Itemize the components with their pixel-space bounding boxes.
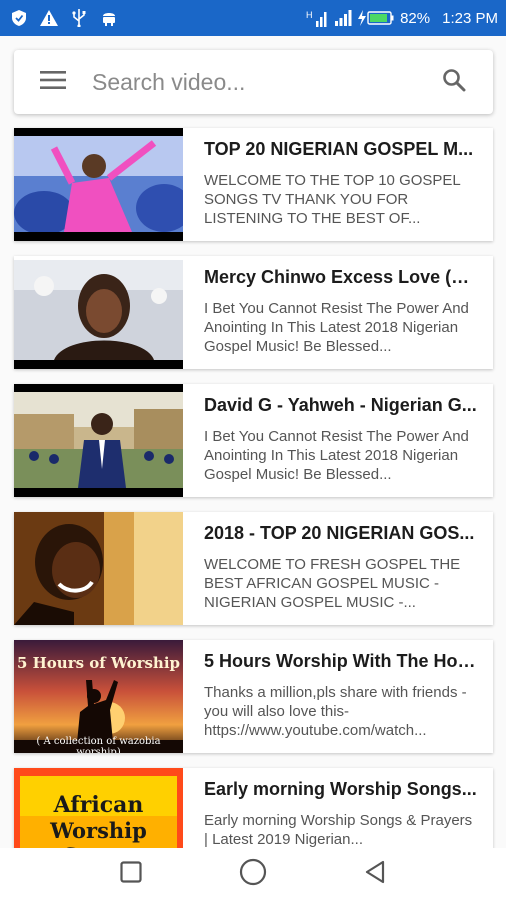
video-thumbnail: [14, 128, 183, 241]
mobile-data-icon: H: [306, 9, 328, 27]
video-description: I Bet You Cannot Resist The Power And An…: [204, 428, 469, 483]
battery-percent: 82%: [400, 9, 431, 27]
clock: 1:23 PM: [442, 9, 498, 27]
video-list-item[interactable]: Mercy Chinwo Excess Love (X... I Bet You…: [14, 256, 493, 369]
hamburger-menu-icon: [40, 70, 66, 94]
thumbnail-title-text: African: [53, 792, 144, 818]
recent-apps-button[interactable]: [111, 854, 151, 894]
video-description: WELCOME TO FRESH GOSPEL THE BEST AFRICAN…: [204, 556, 461, 611]
video-meta: TOP 20 NIGERIAN GOSPEL M... WELCOME TO T…: [183, 128, 493, 241]
video-description: WELCOME TO THE TOP 10 GOSPEL SONGS TV TH…: [204, 172, 461, 227]
video-thumbnail: 5 Hours of Worship ( A collection of waz…: [14, 640, 183, 753]
video-title: TOP 20 NIGERIAN GOSPEL M...: [204, 139, 474, 159]
video-thumbnail: African Worship Songs: [14, 768, 183, 848]
circle-icon: [239, 858, 267, 891]
video-meta: Mercy Chinwo Excess Love (X... I Bet You…: [183, 256, 493, 369]
video-title: Early morning Worship Songs...: [204, 779, 477, 799]
navigation-bar: [0, 848, 506, 900]
video-thumbnail: [14, 256, 183, 369]
battery-charging-icon: [358, 9, 394, 27]
search-icon: [442, 68, 466, 97]
warning-icon: [40, 9, 58, 27]
video-title: David G - Yahweh - Nigerian G...: [204, 395, 477, 415]
home-button[interactable]: [233, 854, 273, 894]
back-button[interactable]: [355, 854, 395, 894]
status-bar: H 82% 1:23 PM: [0, 0, 506, 36]
thumbnail-subtitle-text: Worship Songs: [50, 818, 147, 848]
video-meta: Early morning Worship Songs... Early mor…: [183, 768, 493, 848]
video-list-item[interactable]: TOP 20 NIGERIAN GOSPEL M... WELCOME TO T…: [14, 128, 493, 241]
video-title: 5 Hours Worship With The Hol...: [204, 651, 477, 671]
video-title: Mercy Chinwo Excess Love (X...: [204, 267, 477, 287]
search-input[interactable]: [92, 62, 415, 102]
video-list-item[interactable]: David G - Yahweh - Nigerian G... I Bet Y…: [14, 384, 493, 497]
video-description: Thanks a million,pls share with friends …: [204, 684, 467, 739]
android-icon: [100, 9, 118, 27]
video-meta: 2018 - TOP 20 NIGERIAN GOS... WELCOME TO…: [183, 512, 493, 625]
square-icon: [120, 860, 142, 888]
video-thumbnail: [14, 512, 183, 625]
usb-icon: [70, 9, 88, 27]
video-thumbnail: [14, 384, 183, 497]
thumbnail-subtitle-text: ( A collection of wazobia worship): [36, 736, 161, 753]
video-list: TOP 20 NIGERIAN GOSPEL M... WELCOME TO T…: [14, 128, 493, 848]
thumbnail-title-text: 5 Hours of Worship: [16, 654, 181, 672]
video-description: Early morning Worship Songs & Prayers | …: [204, 812, 473, 848]
video-list-item[interactable]: 5 Hours of Worship ( A collection of waz…: [14, 640, 493, 753]
search-button[interactable]: [415, 50, 493, 114]
video-list-item[interactable]: 2018 - TOP 20 NIGERIAN GOS... WELCOME TO…: [14, 512, 493, 625]
shield-icon: [10, 9, 28, 27]
video-meta: 5 Hours Worship With The Hol... Thanks a…: [183, 640, 493, 753]
video-description: I Bet You Cannot Resist The Power And An…: [204, 300, 469, 355]
search-bar: [14, 50, 493, 114]
menu-button[interactable]: [14, 50, 92, 114]
video-meta: David G - Yahweh - Nigerian G... I Bet Y…: [183, 384, 493, 497]
main-content[interactable]: TOP 20 NIGERIAN GOSPEL M... WELCOME TO T…: [0, 36, 506, 848]
svg-text:H: H: [306, 10, 313, 20]
video-list-item[interactable]: African Worship Songs Early morning Wors…: [14, 768, 493, 848]
signal-icon: [334, 9, 352, 27]
video-title: 2018 - TOP 20 NIGERIAN GOS...: [204, 523, 475, 543]
back-triangle-icon: [364, 860, 386, 889]
